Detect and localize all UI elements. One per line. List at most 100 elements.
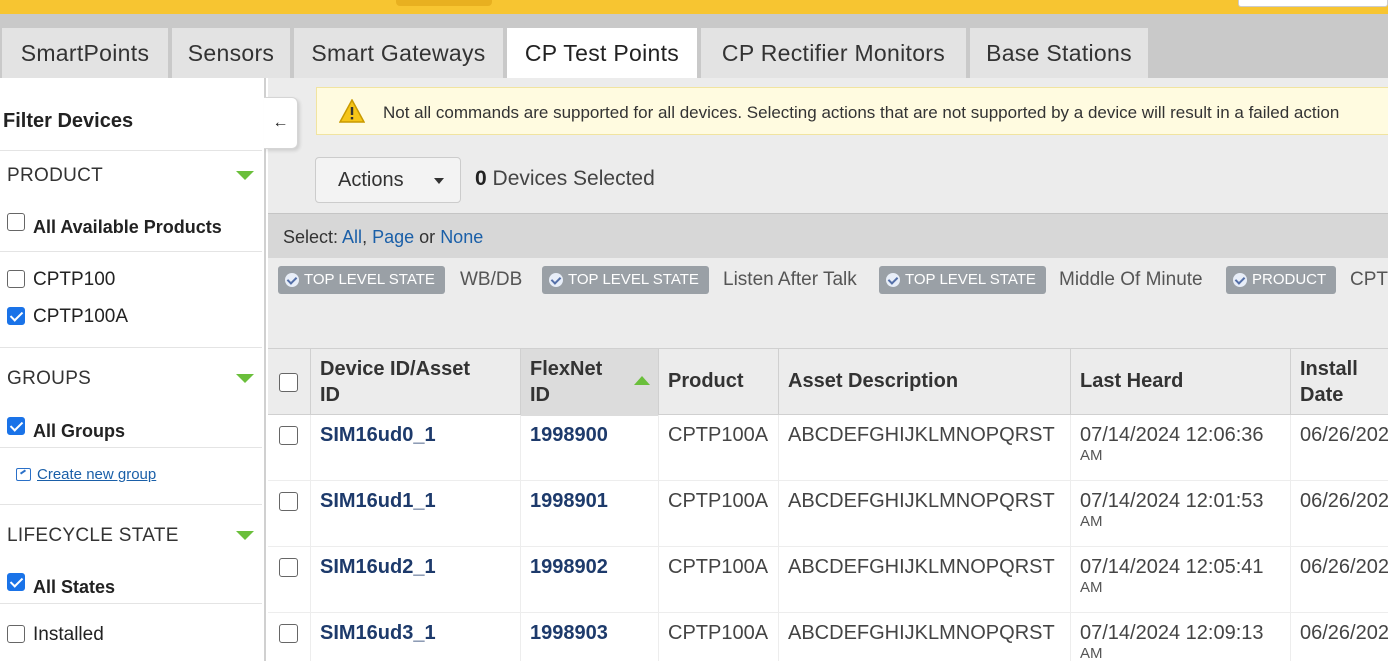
top-header-bar bbox=[0, 0, 1388, 14]
remove-filter-icon[interactable] bbox=[1233, 273, 1247, 287]
collapse-triangle-icon[interactable] bbox=[236, 374, 254, 383]
sort-ascending-icon[interactable] bbox=[634, 376, 650, 385]
row-select-cell bbox=[268, 613, 310, 661]
column-header-line: Asset Description bbox=[788, 370, 959, 392]
checkbox-label: CPTP100A bbox=[33, 306, 129, 327]
install-date-value: 06/26/202 bbox=[1300, 424, 1388, 446]
collapse-triangle-icon[interactable] bbox=[236, 171, 254, 180]
checkbox-label: Installed bbox=[33, 624, 104, 645]
tab-cp-test-points[interactable]: CP Test Points bbox=[507, 28, 697, 80]
checkbox-label: All Available Products bbox=[33, 217, 222, 237]
column-header-asset-description[interactable]: Asset Description bbox=[778, 349, 1070, 416]
cell-install-date: 06/26/202 bbox=[1290, 613, 1388, 661]
cell-last-heard: 07/14/2024 12:01:53 AM bbox=[1070, 481, 1290, 547]
asset-description-value: ABCDEFGHIJKLMNOPQRST bbox=[788, 556, 1055, 578]
column-header-last-heard[interactable]: Last Heard bbox=[1070, 349, 1290, 416]
table-row[interactable]: SIM16ud0_1 1998900 CPTP100A ABCDEFGHIJKL… bbox=[268, 415, 1388, 481]
divider bbox=[0, 251, 262, 252]
select-none-link[interactable]: None bbox=[440, 227, 483, 247]
checkbox[interactable] bbox=[7, 307, 25, 325]
row-select-cell bbox=[268, 415, 310, 481]
remove-filter-icon[interactable] bbox=[549, 273, 563, 287]
install-date-value: 06/26/202 bbox=[1300, 622, 1388, 644]
section-label: GROUPS bbox=[7, 368, 92, 389]
header-search-fragment[interactable] bbox=[1238, 0, 1388, 7]
table-row[interactable]: SIM16ud1_1 1998901 CPTP100A ABCDEFGHIJKL… bbox=[268, 481, 1388, 547]
table-row[interactable]: SIM16ud2_1 1998902 CPTP100A ABCDEFGHIJKL… bbox=[268, 547, 1388, 613]
chip-tag: TOP LEVEL STATE bbox=[304, 271, 435, 288]
asset-description-value: ABCDEFGHIJKLMNOPQRST bbox=[788, 424, 1055, 446]
device-id-link[interactable]: SIM16ud1_1 bbox=[320, 490, 436, 513]
column-header-product[interactable]: Product bbox=[658, 349, 778, 416]
tab-cp-rectifier-monitors[interactable]: CP Rectifier Monitors bbox=[701, 28, 966, 78]
select-all-link[interactable]: All bbox=[342, 227, 362, 247]
cell-flexnet-id: 1998902 bbox=[520, 547, 658, 613]
column-header-line: Last Heard bbox=[1080, 370, 1184, 392]
device-id-link[interactable]: SIM16ud2_1 bbox=[320, 556, 436, 579]
tab-base-stations[interactable]: Base Stations bbox=[970, 28, 1148, 78]
column-header-flexnet-id[interactable]: FlexNet ID bbox=[520, 349, 658, 416]
product-value: CPTP100A bbox=[668, 424, 769, 446]
cell-device-id: SIM16ud0_1 bbox=[310, 415, 520, 481]
device-type-tabs: SmartPoints Sensors Smart Gateways CP Te… bbox=[0, 14, 1388, 80]
cell-last-heard: 07/14/2024 12:06:36 AM bbox=[1070, 415, 1290, 481]
collapse-sidebar-button[interactable]: ← bbox=[264, 97, 298, 149]
actions-dropdown[interactable]: Actions bbox=[315, 157, 461, 203]
product-value: CPTP100A bbox=[668, 556, 769, 578]
tab-smart-gateways[interactable]: Smart Gateways bbox=[294, 28, 503, 78]
tab-sensors[interactable]: Sensors bbox=[172, 28, 290, 78]
flexnet-id-link[interactable]: 1998902 bbox=[530, 556, 608, 579]
row-checkbox[interactable] bbox=[279, 624, 298, 643]
flexnet-id-link[interactable]: 1998903 bbox=[530, 622, 608, 645]
collapse-triangle-icon[interactable] bbox=[236, 531, 254, 540]
filter-section-groups[interactable]: GROUPS bbox=[0, 347, 262, 395]
chip-value: Listen After Talk bbox=[723, 269, 857, 290]
filter-chip[interactable]: TOP LEVEL STATE bbox=[879, 266, 1046, 294]
remove-filter-icon[interactable] bbox=[285, 273, 299, 287]
filter-chip[interactable]: TOP LEVEL STATE bbox=[542, 266, 709, 294]
remove-filter-icon[interactable] bbox=[886, 273, 900, 287]
chip-value: CPT bbox=[1350, 269, 1388, 290]
header-select-cell bbox=[268, 349, 310, 416]
cell-product: CPTP100A bbox=[658, 415, 778, 481]
filter-section-lifecycle-state[interactable]: LIFECYCLE STATE bbox=[0, 504, 262, 552]
select-all-rows-checkbox[interactable] bbox=[279, 373, 298, 392]
tab-smartpoints[interactable]: SmartPoints bbox=[2, 28, 168, 78]
flexnet-id-link[interactable]: 1998901 bbox=[530, 490, 608, 513]
actions-label: Actions bbox=[338, 169, 404, 191]
selected-count: 0 bbox=[475, 167, 487, 190]
devices-selected-count: 0 Devices Selected bbox=[475, 167, 655, 191]
checkbox[interactable] bbox=[7, 213, 25, 231]
device-id-link[interactable]: SIM16ud3_1 bbox=[320, 622, 436, 645]
row-checkbox[interactable] bbox=[279, 492, 298, 511]
section-label: PRODUCT bbox=[7, 165, 104, 186]
checkbox[interactable] bbox=[7, 270, 25, 288]
select-page-link[interactable]: Page bbox=[372, 227, 414, 247]
checkbox[interactable] bbox=[7, 625, 25, 643]
table-header: Device ID/Asset ID FlexNet ID Product As… bbox=[268, 348, 1388, 416]
checkbox[interactable] bbox=[7, 417, 25, 435]
header-button-fragment[interactable] bbox=[396, 0, 492, 6]
row-select-cell bbox=[268, 481, 310, 547]
device-id-link[interactable]: SIM16ud0_1 bbox=[320, 424, 436, 447]
select-options: Select: All, Page or None bbox=[283, 227, 483, 248]
create-new-group-link[interactable]: Create new group bbox=[16, 466, 156, 483]
column-header-install-date[interactable]: Install Date bbox=[1290, 349, 1388, 416]
last-heard-value: 07/14/2024 12:05:41 bbox=[1080, 556, 1264, 578]
checkbox[interactable] bbox=[7, 573, 25, 591]
column-header-line: ID bbox=[320, 384, 340, 406]
flexnet-id-link[interactable]: 1998900 bbox=[530, 424, 608, 447]
chip-value: WB/DB bbox=[460, 269, 523, 290]
row-checkbox[interactable] bbox=[279, 426, 298, 445]
last-heard-ampm: AM bbox=[1080, 513, 1103, 530]
column-header-device-id[interactable]: Device ID/Asset ID bbox=[310, 349, 520, 416]
chip-tag: TOP LEVEL STATE bbox=[568, 271, 699, 288]
cell-install-date: 06/26/202 bbox=[1290, 415, 1388, 481]
chip-value: Middle Of Minute bbox=[1059, 269, 1203, 290]
filter-chip[interactable]: PRODUCT bbox=[1226, 266, 1337, 294]
column-header-line: Device ID/Asset bbox=[320, 358, 471, 380]
table-row[interactable]: SIM16ud3_1 1998903 CPTP100A ABCDEFGHIJKL… bbox=[268, 613, 1388, 661]
filter-section-product[interactable]: PRODUCT bbox=[0, 150, 262, 198]
row-checkbox[interactable] bbox=[279, 558, 298, 577]
filter-chip[interactable]: TOP LEVEL STATE bbox=[278, 266, 445, 294]
